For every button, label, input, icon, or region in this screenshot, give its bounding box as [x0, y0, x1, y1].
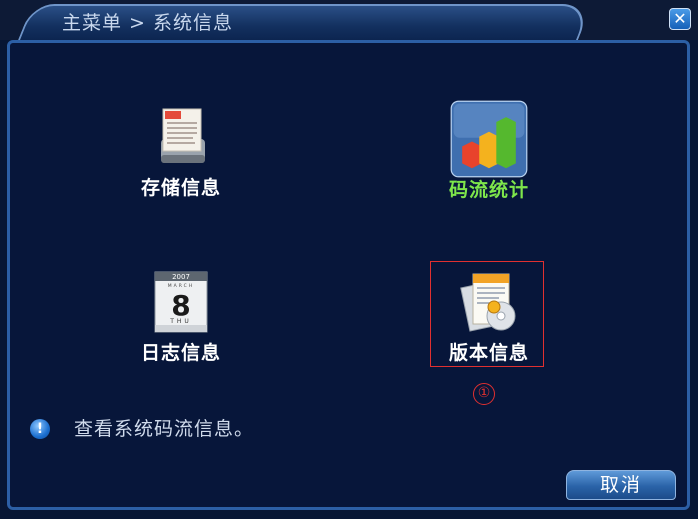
tile-stream-statistics[interactable]: 码流统计 [433, 100, 545, 201]
cancel-button[interactable]: 取消 [566, 470, 676, 500]
status-description: 查看系统码流信息。 [74, 418, 255, 440]
tile-log-info[interactable]: 2007 MARCH 8 THU 日志信息 [125, 270, 237, 370]
selection-highlight-box [430, 261, 544, 367]
title-bar: 主菜单 > 系统信息 ✕ [0, 0, 698, 40]
hdd-document-icon [161, 108, 205, 163]
tile-label-log: 日志信息 [140, 342, 221, 364]
bar-chart-icon [450, 100, 528, 178]
tile-label-storage: 存储信息 [140, 177, 221, 199]
close-button[interactable]: ✕ [669, 8, 691, 30]
calendar-icon: 2007 MARCH 8 THU [154, 271, 208, 333]
calendar-year: 2007 [172, 273, 190, 281]
system-info-window: 主菜单 > 系统信息 ✕ 存储信息 码流统计 2007 MARCH 8 THU … [0, 0, 698, 519]
window-title: 主菜单 > 系统信息 [62, 12, 233, 34]
calendar-weekday: THU [169, 318, 192, 325]
info-icon: ! [30, 419, 50, 439]
close-icon: ✕ [673, 9, 687, 28]
tile-label-stream: 码流统计 [448, 179, 529, 201]
annotation-marker: ① [473, 383, 495, 405]
tile-storage-info[interactable]: 存储信息 [125, 105, 237, 205]
